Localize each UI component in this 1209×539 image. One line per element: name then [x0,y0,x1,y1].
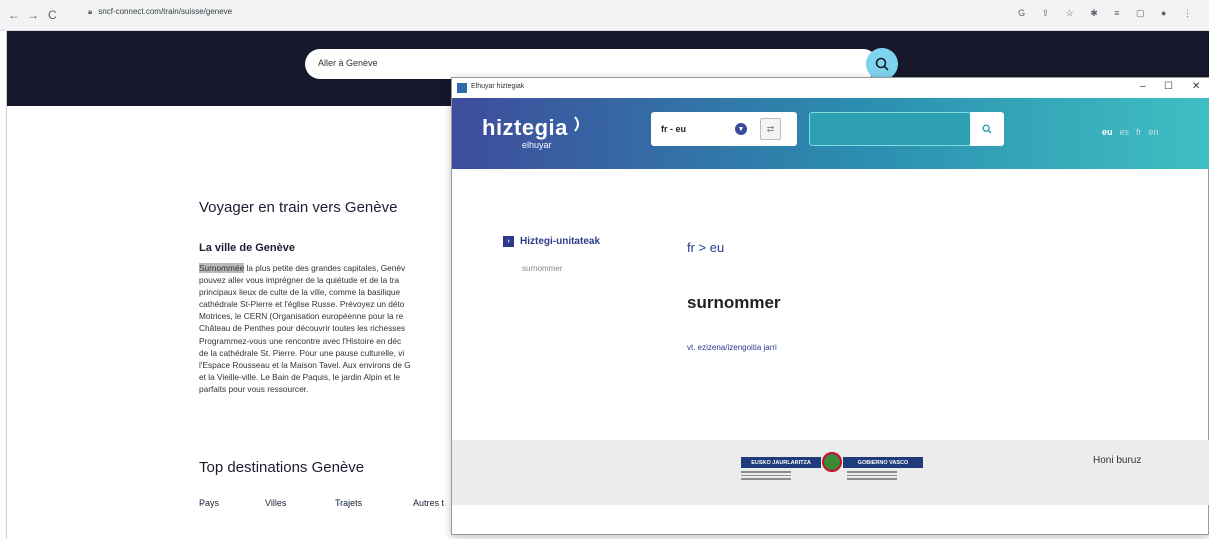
search-icon [875,57,889,71]
lang-en[interactable]: en [1149,127,1159,137]
extension-icons[interactable]: G ⇪ ☆ ✱ ≡ ▢ ● ⋮ [1018,8,1199,19]
paragraph-line: l'Espace Rousseau et la Maison Tavel. Au… [199,359,411,370]
language-pair-select[interactable]: fr - eu ▼ ⇄ [651,112,797,146]
logo-mark-icon [574,116,579,132]
search-icon [982,124,992,134]
paragraph-line: Motrices, le CERN (Organisation européen… [199,311,404,322]
minimize-button[interactable]: – [1140,81,1146,92]
ui-language-switcher: eu es fr en [1102,127,1166,137]
paragraph-line: Programmez-vous une rencontre avec l'His… [199,335,402,346]
paragraph-line: et la Vieille-ville. Le Bain de Paquis, … [199,371,400,382]
emblem-icon [822,452,842,472]
dictionary-header: hiztegia elhuyar fr - eu ▼ ⇄ eu es fr en [452,98,1209,169]
headword: surnommer [687,293,781,312]
top-destinations-heading: Top destinations Genève [199,459,365,476]
sponsor-fine-print-right [847,471,897,480]
paragraph-line: pouvez aller vous imprégner de la quiétu… [199,275,400,286]
site-search-text: Aller à Genève [318,58,378,68]
chevron-down-icon: ⌄ [335,498,342,507]
logo-subtitle: elhuyar [522,140,552,150]
lang-eu[interactable]: eu [1102,127,1113,137]
lock-icon: 🔒︎ [88,7,93,16]
sponsor-logo-left: EUSKO JAURLARITZA [741,457,821,468]
site-search-button[interactable] [866,48,898,80]
window-titlebar[interactable]: Elhuyar hiztegiak – ☐ ✕ [452,78,1209,98]
about-link[interactable]: Honi buruz [1093,455,1141,466]
reload-icon[interactable]: C [48,8,57,22]
logo[interactable]: hiztegia [482,115,568,141]
address-bar[interactable]: 🔒︎ sncf-connect.com/train/suisse/geneve [88,7,232,17]
sponsor-fine-print-left [741,471,791,480]
site-search-input[interactable]: Aller à Genève [305,49,878,79]
paragraph-line: de la cathédrale St. Pierre. Pour une pa… [199,347,405,358]
filter-label: Autres t [413,498,445,508]
chevron-right-icon: › [503,236,514,247]
dictionary-search-button[interactable] [970,112,1004,146]
page-heading: Voyager en train vers Genève [199,199,398,216]
paragraph-line: cathédrale St-Pierre et l'église Russe. … [199,299,405,310]
app-icon [457,83,467,93]
address-bar-text: sncf-connect.com/train/suisse/geneve [98,7,233,16]
definition: vt. ezizena/izengoitia jarri [687,343,777,352]
dictionary-search-input[interactable] [809,112,971,146]
swap-icon: ⇄ [766,123,775,134]
chevron-down-icon: ⌄ [265,498,272,507]
language-pair-value: fr - eu [661,124,687,134]
chevron-down-icon: ⌄ [199,498,206,507]
page-left-edge [0,31,7,539]
paragraph-line: principaux lieux de culte de la ville, c… [199,287,401,298]
swap-languages-button[interactable]: ⇄ [760,118,781,140]
selected-word[interactable]: Surnommée [199,263,245,273]
chevron-down-icon: ▼ [735,123,747,135]
dictionary-footer: EUSKO JAURLARITZA GOBIERNO VASCO Honi bu… [452,440,1209,505]
window-title: Elhuyar hiztegiak [471,83,525,90]
paragraph-line: la plus petite des grandes capitales, Ge… [244,263,406,273]
back-icon[interactable]: ← [8,8,20,22]
lang-es[interactable]: es [1120,127,1130,137]
maximize-button[interactable]: ☐ [1164,81,1173,92]
dictionary-window: Elhuyar hiztegiak – ☐ ✕ hiztegia elhuyar… [451,77,1209,535]
direction-label: fr > eu [687,240,725,255]
sponsor-logo-right: GOBIERNO VASCO [843,457,923,468]
paragraph-line: Château de Penthes pour découvrir toutes… [199,323,406,334]
paragraph-line: parfaits pour vous ressourcer. [199,383,309,394]
sidebar-item-units[interactable]: › Hiztegi-unitateak [503,236,600,247]
browser-toolbar: ← → C 🔒︎ sncf-connect.com/train/suisse/ge… [0,0,1209,31]
sidebar-item-label: Hiztegi-unitateak [520,236,601,247]
forward-icon[interactable]: → [27,8,39,22]
section-heading: La ville de Genève [199,242,295,254]
sidebar-entry[interactable]: surnommer [522,264,562,273]
city-description: Surnommée la plus petite des grandes cap… [199,262,457,395]
lang-fr[interactable]: fr [1136,127,1142,137]
close-button[interactable]: ✕ [1192,81,1200,92]
